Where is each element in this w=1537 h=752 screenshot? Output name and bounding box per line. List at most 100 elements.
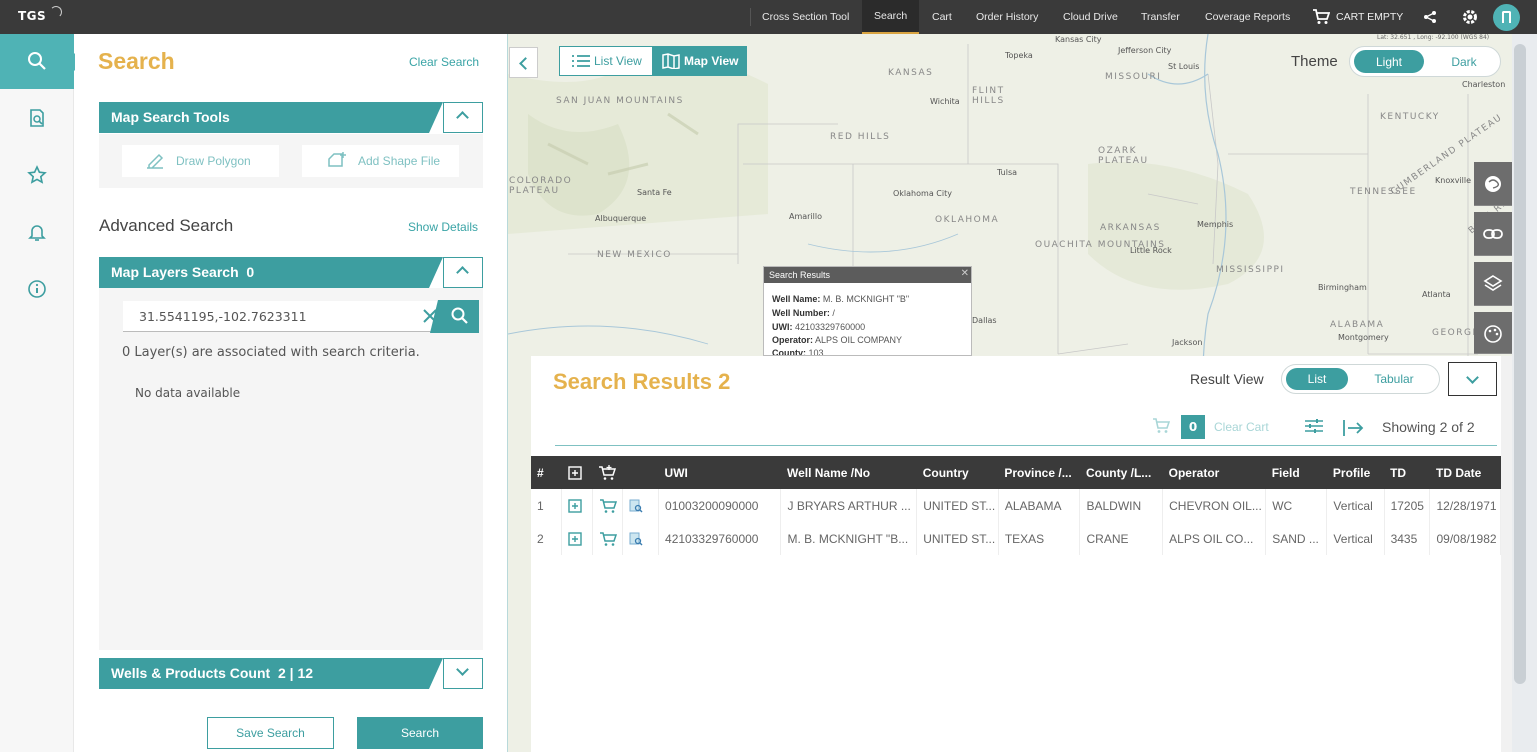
- palette-tool[interactable]: [1474, 312, 1512, 354]
- expand-toggle[interactable]: [443, 658, 483, 689]
- map-search-tools-header[interactable]: Map Search Tools: [99, 102, 483, 133]
- showing-count: Showing 2 of 2: [1382, 419, 1475, 435]
- wells-products-header[interactable]: Wells & Products Count 2 | 12: [99, 658, 483, 689]
- gear-icon[interactable]: [1461, 8, 1479, 26]
- expand-row-cell[interactable]: [561, 522, 593, 555]
- map-label: St Louis: [1168, 62, 1200, 71]
- results-collapse-button[interactable]: [1448, 362, 1497, 396]
- result-view-tabular-button[interactable]: Tabular: [1362, 368, 1426, 390]
- table-row[interactable]: 2 42103329760000 M. B. MCKNIGHT "B... UN…: [531, 522, 1501, 555]
- collapse-toggle[interactable]: [443, 257, 483, 288]
- column-header-county[interactable]: County /L...: [1079, 456, 1163, 489]
- bell-icon[interactable]: [27, 222, 47, 242]
- coordinate-search-input[interactable]: [123, 301, 439, 332]
- nav-cloud-drive[interactable]: Cloud Drive: [1063, 0, 1118, 34]
- close-icon[interactable]: ✕: [961, 268, 969, 279]
- filter-sliders-icon[interactable]: [1305, 418, 1323, 434]
- column-header-td-date[interactable]: TD Date: [1429, 456, 1501, 489]
- map-label: Atlanta: [1422, 290, 1451, 299]
- cart-status[interactable]: CART EMPTY: [1336, 0, 1403, 34]
- expand-row-icon[interactable]: [568, 499, 582, 513]
- result-view-list-button[interactable]: List: [1286, 368, 1348, 390]
- nav-cart[interactable]: Cart: [932, 0, 952, 34]
- map-label: Memphis: [1197, 220, 1234, 229]
- nav-cross-section-tool[interactable]: Cross Section Tool: [762, 0, 849, 34]
- locate-well-icon[interactable]: [629, 532, 643, 546]
- add-to-cart-cell[interactable]: [592, 489, 624, 522]
- expand-all-icon: [567, 466, 582, 480]
- column-header-td[interactable]: TD: [1384, 456, 1430, 489]
- map-layers-search-header[interactable]: Map Layers Search 0: [99, 257, 483, 288]
- expand-row-cell[interactable]: [561, 489, 593, 522]
- add-to-cart-cell[interactable]: [592, 522, 624, 555]
- user-avatar[interactable]: [1493, 4, 1520, 31]
- results-edge: [1501, 356, 1512, 752]
- country-cell: UNITED ST...: [916, 489, 999, 522]
- map-layers-search-text: Map Layers Search: [111, 264, 239, 280]
- map-label: Knoxville: [1435, 176, 1472, 185]
- nav-coverage-reports[interactable]: Coverage Reports: [1205, 0, 1290, 34]
- operator-cell: CHEVRON OIL...: [1162, 489, 1267, 522]
- popup-uwi: UWI: 42103329760000: [772, 322, 865, 332]
- save-search-button[interactable]: Save Search: [207, 717, 334, 749]
- collapse-panel-button[interactable]: [509, 47, 538, 78]
- clear-search-link[interactable]: Clear Search: [409, 55, 479, 69]
- popup-value: 42103329760000: [795, 322, 866, 332]
- layers-tool[interactable]: [1474, 262, 1512, 306]
- avatar-glyph: [1502, 11, 1511, 23]
- locate-well-icon[interactable]: [629, 499, 643, 513]
- column-header-well-name[interactable]: Well Name /No: [780, 456, 917, 489]
- cart-icon[interactable]: [1312, 9, 1330, 25]
- theme-dark-button[interactable]: Dark: [1434, 50, 1494, 73]
- add-all-to-cart-icon: [599, 464, 617, 480]
- add-shape-file-button[interactable]: Add Shape File: [302, 145, 459, 177]
- search-button[interactable]: Search: [357, 717, 483, 749]
- column-header-uwi[interactable]: UWI: [658, 456, 781, 489]
- theme-light-button[interactable]: Light: [1354, 50, 1424, 73]
- column-header-operator[interactable]: Operator: [1162, 456, 1266, 489]
- column-header-province[interactable]: Province /...: [998, 456, 1080, 489]
- map-label: KANSAS: [888, 68, 934, 78]
- map-view-button[interactable]: Map View: [652, 47, 746, 75]
- draw-polygon-button[interactable]: Draw Polygon: [122, 145, 279, 177]
- link-tool[interactable]: [1474, 212, 1512, 256]
- show-details-link[interactable]: Show Details: [408, 220, 478, 234]
- add-to-cart-icon[interactable]: [599, 498, 617, 514]
- search-icon[interactable]: [27, 51, 47, 71]
- document-search-icon[interactable]: [27, 108, 47, 128]
- cart-icon[interactable]: [1152, 418, 1170, 434]
- zoom-to-cell[interactable]: [622, 522, 660, 555]
- map-label: Jackson: [1172, 338, 1203, 347]
- result-view-label: Result View: [1190, 371, 1264, 387]
- column-header-expand[interactable]: [561, 456, 593, 489]
- export-icon[interactable]: [1342, 419, 1364, 437]
- share-icon[interactable]: [1423, 11, 1437, 23]
- add-to-cart-icon[interactable]: [599, 531, 617, 547]
- draw-polygon-icon: [147, 153, 164, 169]
- info-icon[interactable]: [27, 279, 47, 299]
- column-header-country[interactable]: Country: [916, 456, 999, 489]
- nav-search[interactable]: Search: [862, 0, 920, 34]
- profile-cell: Vertical: [1326, 522, 1385, 555]
- layer-search-button[interactable]: [430, 300, 479, 333]
- column-header-cart[interactable]: [592, 456, 623, 489]
- table-row[interactable]: 1 01003200090000 J BRYARS ARTHUR ... UNI…: [531, 489, 1501, 522]
- nav-transfer[interactable]: Transfer: [1141, 0, 1180, 34]
- list-view-button[interactable]: List View: [560, 47, 652, 75]
- basemap-tool[interactable]: [1474, 162, 1512, 206]
- column-header-number[interactable]: #: [531, 456, 562, 489]
- star-icon[interactable]: [27, 165, 47, 185]
- column-header-profile[interactable]: Profile: [1326, 456, 1385, 489]
- collapse-toggle[interactable]: [443, 102, 483, 133]
- popup-label: UWI:: [772, 322, 793, 332]
- scrollbar-thumb[interactable]: [1514, 44, 1526, 684]
- layers-icon: [1483, 275, 1503, 291]
- column-header-field[interactable]: Field: [1265, 456, 1327, 489]
- expand-row-icon[interactable]: [568, 532, 582, 546]
- map-label: RED HILLS: [830, 132, 891, 142]
- tgs-logo[interactable]: TGS: [18, 9, 46, 23]
- clear-cart-link[interactable]: Clear Cart: [1214, 420, 1269, 434]
- field-cell: SAND ...: [1265, 522, 1328, 555]
- nav-order-history[interactable]: Order History: [976, 0, 1038, 34]
- zoom-to-cell[interactable]: [622, 489, 660, 522]
